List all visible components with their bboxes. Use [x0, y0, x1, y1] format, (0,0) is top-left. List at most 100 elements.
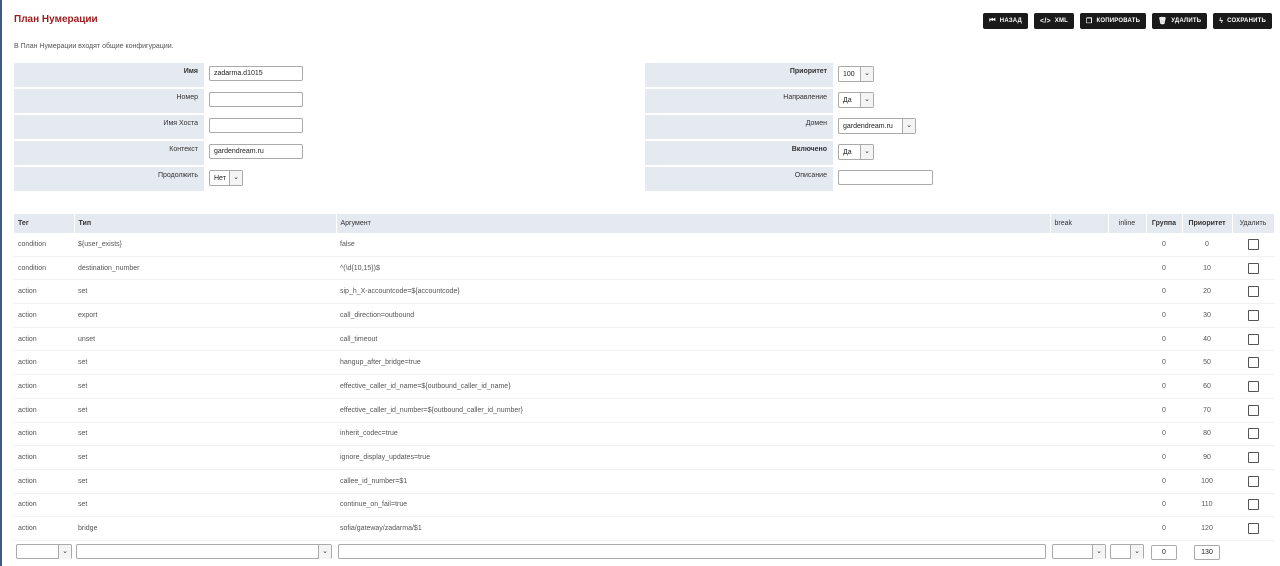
row-argument: ^(\d{10,15})$ — [336, 256, 1050, 281]
new-tag-select[interactable]: ⌄ — [16, 543, 72, 559]
row-argument: effective_caller_id_number=${outbound_ca… — [336, 398, 1050, 423]
row-type: set — [74, 398, 336, 423]
xml-button[interactable]: </> XML — [1034, 13, 1075, 29]
delete-checkbox[interactable] — [1247, 404, 1259, 416]
chevron-down-icon: ⌄ — [1130, 544, 1143, 559]
bolt-icon: ϟ — [1219, 17, 1224, 25]
description-input[interactable] — [838, 170, 933, 185]
row-priority: 120 — [1182, 516, 1232, 541]
priority-select[interactable]: 100 ⌄ — [838, 66, 874, 82]
copy-icon: ❐ — [1086, 18, 1093, 25]
delete-checkbox[interactable] — [1247, 499, 1259, 511]
header-argument[interactable]: Аргумент — [336, 214, 1051, 233]
row-break — [1050, 469, 1108, 494]
copy-button[interactable]: ❐ КОПИРОВАТЬ — [1080, 13, 1147, 29]
row-break — [1050, 445, 1108, 470]
new-argument-input[interactable] — [338, 543, 1046, 559]
row-priority: 0 — [1182, 233, 1232, 257]
row-inline — [1108, 422, 1146, 447]
direction-label: Направление — [645, 89, 833, 113]
trash-icon: 🗑 — [1158, 18, 1168, 25]
row-priority: 80 — [1182, 422, 1232, 447]
description-label: Описание — [645, 167, 833, 191]
new-detail-row: ⌄ ⌄ ⌄ ⌄ 0 130 — [14, 540, 1274, 563]
delete-checkbox[interactable] — [1247, 309, 1259, 321]
context-input[interactable]: gardendream.ru — [209, 144, 303, 159]
table-row[interactable]: condition destination_number ^(\d{10,15})$… — [14, 256, 1274, 281]
header-tag[interactable]: Тег — [14, 214, 75, 233]
enabled-select[interactable]: Да ⌄ — [838, 144, 874, 160]
row-priority: 110 — [1182, 493, 1232, 518]
row-tag: action — [14, 350, 74, 376]
table-row[interactable]: action bridge sofia/gateway/zadarma/$1 0 120 — [14, 516, 1274, 541]
row-inline — [1108, 303, 1146, 328]
header-type[interactable]: Тип — [74, 214, 337, 233]
row-delete — [1232, 398, 1274, 423]
table-row[interactable]: action set callee_id_number=$1 0 100 — [14, 469, 1274, 494]
delete-checkbox[interactable] — [1247, 475, 1259, 487]
delete-checkbox[interactable] — [1247, 452, 1259, 464]
header-inline[interactable]: inline — [1108, 214, 1147, 233]
delete-checkbox[interactable] — [1247, 262, 1259, 274]
header-group[interactable]: Группа — [1146, 214, 1183, 233]
delete-checkbox[interactable] — [1247, 380, 1259, 392]
delete-checkbox[interactable] — [1247, 523, 1259, 535]
save-button[interactable]: ϟ СОХРАНИТЬ — [1213, 13, 1272, 29]
name-input[interactable]: zadarma.d1015 — [209, 66, 303, 81]
new-priority-input[interactable]: 130 — [1194, 544, 1220, 560]
row-argument: call_direction=outbound — [336, 303, 1050, 328]
row-type: set — [74, 374, 336, 399]
row-type: bridge — [74, 516, 336, 541]
row-break — [1050, 327, 1108, 352]
row-break — [1050, 516, 1108, 541]
table-row[interactable]: action set hangup_after_bridge=true 0 50 — [14, 350, 1274, 376]
new-group-cell: 0 — [1146, 540, 1182, 563]
back-button[interactable]: ⏮ НАЗАД — [983, 13, 1029, 29]
delete-checkbox[interactable] — [1247, 286, 1259, 298]
number-label: Номер — [14, 89, 204, 113]
toolbar: ⏮ НАЗАД </> XML ❐ КОПИРОВАТЬ 🗑 УДАЛИТЬ ϟ СОХР… — [983, 13, 1272, 29]
row-argument: false — [336, 233, 1050, 257]
row-argument: inherit_codec=true — [336, 422, 1050, 447]
continue-label: Продолжить — [14, 167, 204, 191]
name-label: Имя — [14, 63, 204, 87]
new-inline-select[interactable]: ⌄ — [1110, 543, 1144, 559]
row-tag: action — [14, 374, 74, 399]
row-break — [1050, 303, 1108, 328]
row-tag: action — [14, 445, 74, 470]
row-group: 0 — [1146, 493, 1182, 518]
direction-select[interactable]: Да ⌄ — [838, 92, 874, 108]
header-break[interactable]: break — [1050, 214, 1109, 233]
new-type-select[interactable]: ⌄ — [76, 543, 332, 559]
hostname-input[interactable] — [209, 118, 303, 133]
delete-checkbox[interactable] — [1247, 357, 1259, 369]
table-row[interactable]: action set effective_caller_id_number=${ou… — [14, 398, 1274, 423]
new-empty-cell — [1232, 540, 1274, 563]
row-argument: sofia/gateway/zadarma/$1 — [336, 516, 1050, 541]
row-priority: 40 — [1182, 327, 1232, 352]
page-description: В План Нумерации входят общие конфигурац… — [14, 43, 174, 50]
table-row[interactable]: condition ${user_exists} false 0 0 — [14, 233, 1274, 257]
delete-checkbox[interactable] — [1247, 238, 1259, 250]
table-row[interactable]: action set continue_on_fail=true 0 110 — [14, 493, 1274, 518]
delete-checkbox[interactable] — [1247, 428, 1259, 440]
domain-select[interactable]: gardendream.ru ⌄ — [838, 118, 916, 134]
table-row[interactable]: action export call_direction=outbound 0 30 — [14, 303, 1274, 328]
row-argument: effective_caller_id_name=${outbound_call… — [336, 374, 1050, 399]
row-delete — [1232, 303, 1274, 328]
number-input[interactable] — [209, 92, 303, 107]
table-row[interactable]: action set inherit_codec=true 0 80 — [14, 422, 1274, 447]
row-group: 0 — [1146, 445, 1182, 470]
new-break-select[interactable]: ⌄ — [1052, 543, 1106, 559]
table-row[interactable]: action set sip_h_X-accountcode=${accountco… — [14, 279, 1274, 305]
delete-button[interactable]: 🗑 УДАЛИТЬ — [1152, 13, 1208, 29]
table-row[interactable]: action set effective_caller_id_name=${outb… — [14, 374, 1274, 399]
row-type: destination_number — [74, 256, 336, 281]
header-priority[interactable]: Приоритет — [1182, 214, 1233, 233]
row-type: set — [74, 469, 336, 494]
new-group-input[interactable]: 0 — [1151, 544, 1177, 560]
table-row[interactable]: action set ignore_display_updates=true 0 90 — [14, 445, 1274, 470]
continue-select[interactable]: Нет ⌄ — [209, 170, 243, 186]
table-row[interactable]: action unset call_timeout 0 40 — [14, 327, 1274, 352]
delete-checkbox[interactable] — [1247, 333, 1259, 345]
